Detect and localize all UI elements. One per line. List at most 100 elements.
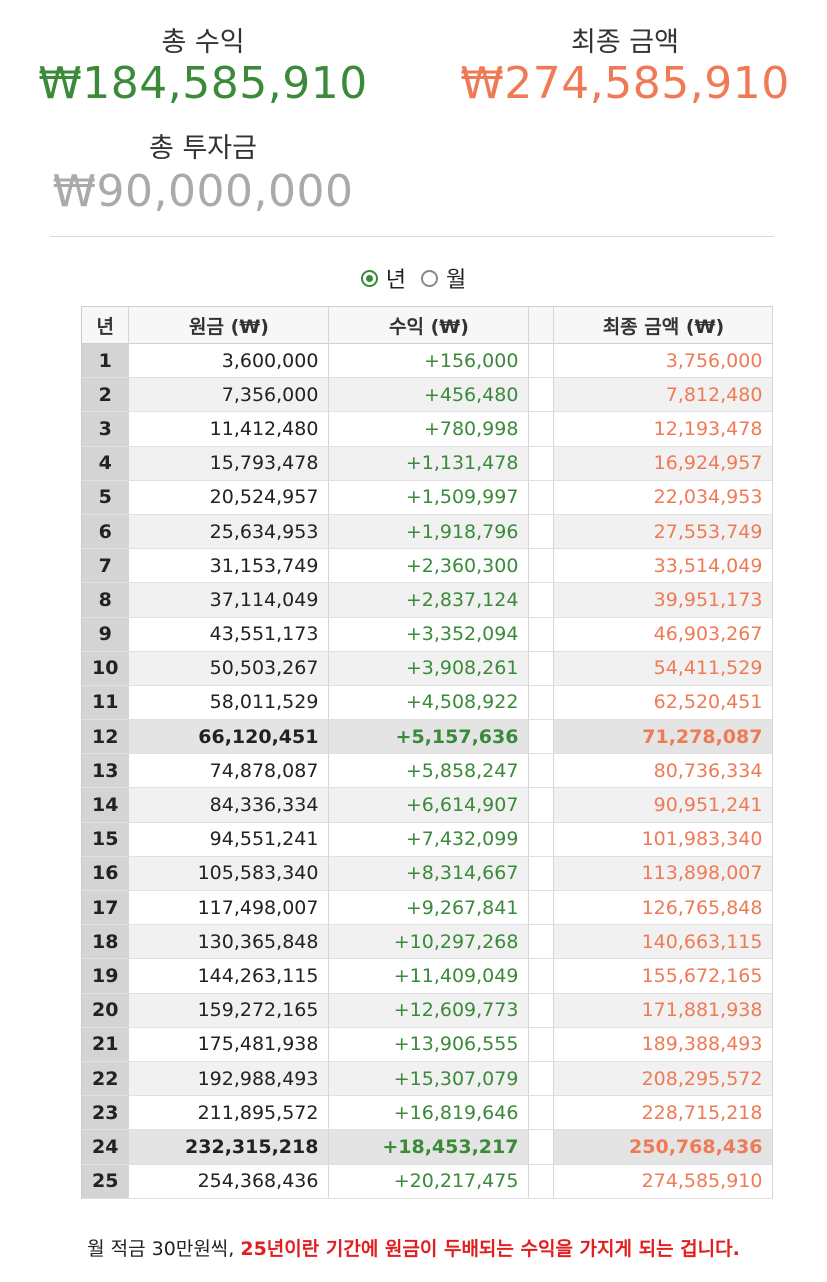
cell-year: 22 [81, 1061, 129, 1097]
cell-final: 71,278,087 [553, 720, 774, 755]
cell-profit: +5,858,247 [329, 754, 530, 789]
cell-year: 1 [81, 344, 129, 379]
header-profit: 수익 (₩) [329, 306, 530, 344]
cell-profit: +456,480 [329, 378, 530, 413]
cell-profit: +10,297,268 [329, 925, 530, 960]
cell-year: 9 [81, 617, 129, 652]
table-row: 19 144,263,115 +11,409,049 155,672,165 [81, 959, 774, 994]
cell-profit: +5,157,636 [329, 720, 530, 755]
cell-principal: 105,583,340 [128, 856, 330, 891]
cell-profit: +1,131,478 [329, 446, 530, 481]
cell-final: 27,553,749 [553, 514, 774, 550]
cell-principal: 58,011,529 [128, 685, 330, 721]
total-invest-value: ₩90,000,000 [52, 166, 354, 217]
cell-gap [529, 1061, 554, 1097]
cell-gap [529, 856, 554, 891]
cell-principal: 25,634,953 [128, 514, 330, 550]
cell-principal: 37,114,049 [128, 583, 330, 618]
cell-principal: 144,263,115 [128, 959, 330, 994]
cell-principal: 130,365,848 [128, 925, 330, 960]
table-row: 14 84,336,334 +6,614,907 90,951,241 [81, 788, 774, 823]
cell-gap [529, 583, 554, 618]
cell-year: 7 [81, 549, 129, 584]
footnote-emphasis: 25년이란 기간에 원금이 두배되는 수익을 가지게 되는 겁니다. [240, 1238, 740, 1260]
radio-month-circle[interactable] [421, 269, 438, 287]
cell-final: 12,193,478 [553, 412, 774, 447]
cell-gap [529, 1130, 554, 1165]
header-gap [529, 306, 554, 344]
cell-final: 113,898,007 [553, 856, 774, 891]
cell-final: 16,924,957 [553, 446, 774, 481]
table-row: 15 94,551,241 +7,432,099 101,983,340 [81, 822, 774, 857]
cell-year: 21 [81, 1027, 129, 1062]
cell-year: 13 [81, 754, 129, 789]
cell-final: 22,034,953 [553, 480, 774, 515]
table-body: 1 3,600,000 +156,000 3,756,000 2 7,356,000 +45… [81, 344, 774, 1199]
cell-final: 189,388,493 [553, 1027, 774, 1062]
radio-month[interactable]: 월 [421, 262, 466, 294]
cell-profit: +156,000 [329, 344, 530, 379]
table-row: 16 105,583,340 +8,314,667 113,898,007 [81, 856, 774, 891]
cell-profit: +8,314,667 [329, 856, 530, 891]
cell-final: 3,756,000 [553, 344, 774, 379]
table-row: 17 117,498,007 +9,267,841 126,765,848 [81, 891, 774, 926]
table-row: 22 192,988,493 +15,307,079 208,295,572 [81, 1061, 774, 1097]
header-final: 최종 금액 (₩) [553, 306, 774, 344]
final-amount-label: 최종 금액 [571, 27, 679, 58]
radio-year[interactable]: 년 [360, 262, 406, 294]
cell-profit: +7,432,099 [329, 822, 530, 857]
table-row: 3 11,412,480 +780,998 12,193,478 [81, 412, 774, 447]
cell-year: 18 [81, 925, 129, 960]
cell-final: 250,768,436 [553, 1130, 774, 1165]
table-row: 1 3,600,000 +156,000 3,756,000 [81, 344, 774, 379]
cell-gap [529, 754, 554, 789]
cell-year: 10 [81, 651, 129, 686]
cell-gap [529, 891, 554, 926]
cell-year: 25 [81, 1164, 129, 1199]
table-row: 4 15,793,478 +1,131,478 16,924,957 [81, 446, 774, 481]
cell-principal: 192,988,493 [128, 1061, 330, 1097]
cell-year: 5 [81, 480, 129, 515]
cell-final: 80,736,334 [553, 754, 774, 789]
cell-year: 23 [81, 1096, 129, 1131]
cell-principal: 254,368,436 [128, 1164, 330, 1199]
cell-year: 6 [81, 514, 129, 550]
cell-principal: 11,412,480 [128, 412, 330, 447]
table-row: 8 37,114,049 +2,837,124 39,951,173 [81, 583, 774, 618]
cell-final: 62,520,451 [553, 685, 774, 721]
cell-gap [529, 412, 554, 447]
total-profit-value: ₩184,585,910 [38, 58, 368, 109]
cell-profit: +13,906,555 [329, 1027, 530, 1062]
table-row: 7 31,153,749 +2,360,300 33,514,049 [81, 549, 774, 584]
cell-profit: +780,998 [329, 412, 530, 447]
header-year: 년 [81, 306, 129, 344]
cell-final: 274,585,910 [553, 1164, 774, 1199]
final-amount-value: ₩274,585,910 [460, 58, 790, 109]
footnote-plain: 월 적금 30만원씩, [87, 1238, 241, 1260]
radio-year-circle[interactable] [360, 269, 378, 287]
cell-gap [529, 788, 554, 823]
cell-profit: +9,267,841 [329, 891, 530, 926]
cell-year: 12 [81, 720, 129, 755]
table-row: 20 159,272,165 +12,609,773 171,881,938 [81, 993, 774, 1028]
cell-final: 126,765,848 [553, 891, 774, 926]
cell-year: 11 [81, 685, 129, 721]
cell-profit: +15,307,079 [329, 1061, 530, 1097]
cell-principal: 66,120,451 [128, 720, 330, 755]
cell-principal: 43,551,173 [128, 617, 330, 652]
cell-final: 171,881,938 [553, 993, 774, 1028]
cell-principal: 15,793,478 [128, 446, 330, 481]
cell-gap [529, 514, 554, 550]
table-row: 13 74,878,087 +5,858,247 80,736,334 [81, 754, 774, 789]
cell-principal: 175,481,938 [128, 1027, 330, 1062]
table-row: 25 254,368,436 +20,217,475 274,585,910 [81, 1164, 774, 1199]
table-row: 11 58,011,529 +4,508,922 62,520,451 [81, 685, 774, 721]
cell-final: 33,514,049 [553, 549, 774, 584]
cell-gap [529, 925, 554, 960]
cell-gap [529, 549, 554, 584]
cell-final: 46,903,267 [553, 617, 774, 652]
table-row: 12 66,120,451 +5,157,636 71,278,087 [81, 720, 774, 755]
radio-year-label: 년 [385, 268, 406, 293]
cell-year: 2 [81, 378, 129, 413]
cell-profit: +1,509,997 [329, 480, 530, 515]
